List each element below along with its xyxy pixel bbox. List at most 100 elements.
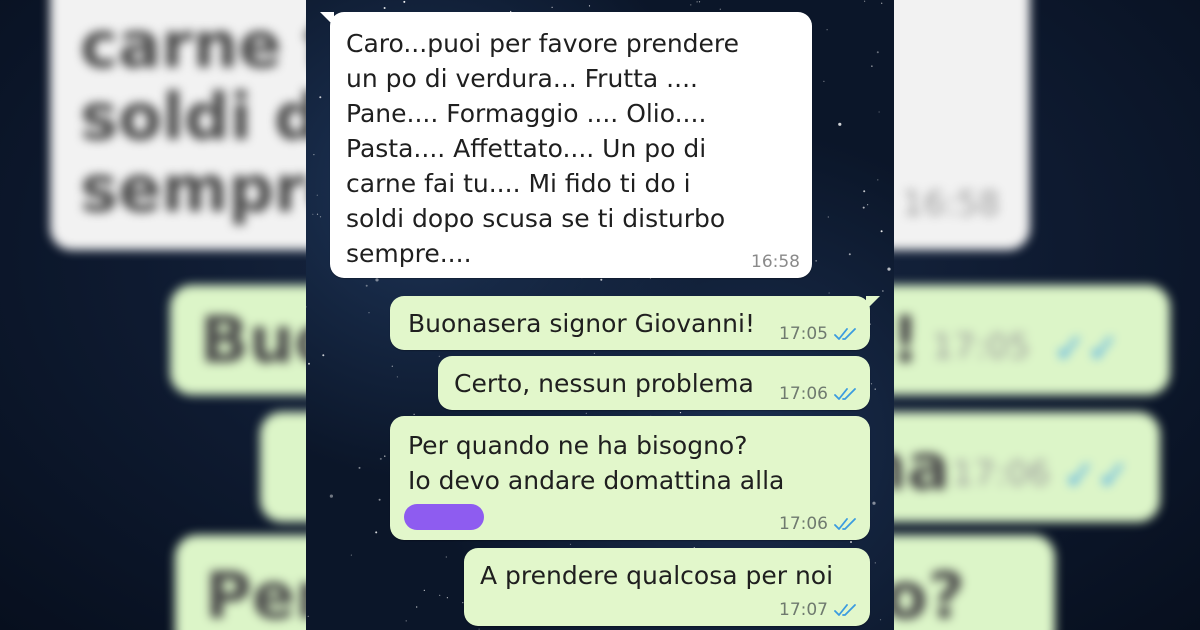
star — [403, 0, 406, 3]
star — [679, 412, 682, 414]
star — [850, 541, 852, 543]
star — [383, 7, 386, 9]
star — [719, 8, 721, 10]
star — [870, 383, 873, 385]
star — [416, 606, 418, 608]
star — [396, 376, 398, 378]
star — [815, 260, 817, 262]
message-meta: 17:07 — [779, 600, 858, 620]
star — [319, 96, 322, 99]
blurred-time: 16:58 — [902, 184, 1000, 224]
message-text: A prendere qualcosa per noi — [480, 561, 834, 590]
blurred-check-icon: ✓✓ — [1062, 453, 1130, 499]
star — [585, 412, 587, 414]
double-check-read-icon — [834, 388, 856, 400]
star — [877, 179, 879, 181]
star — [358, 466, 361, 469]
star — [593, 352, 595, 354]
star — [308, 362, 310, 365]
star — [350, 554, 352, 556]
outgoing-message-bubble[interactable]: Per quando ne ha bisogno? Io devo andare… — [390, 416, 870, 540]
star — [306, 306, 307, 308]
star — [882, 290, 884, 292]
star — [375, 531, 378, 534]
bubble-tail — [866, 296, 880, 310]
redaction-mark — [404, 504, 484, 530]
outgoing-message-bubble[interactable]: A prendere qualcosa per noi 17:07 — [464, 548, 870, 626]
message-time: 17:06 — [779, 514, 828, 534]
star — [307, 615, 309, 618]
star — [313, 154, 315, 156]
star — [445, 556, 447, 558]
star — [874, 562, 876, 564]
message-meta: 17:06 — [779, 384, 858, 404]
message-time: 17:05 — [779, 324, 828, 344]
star — [880, 230, 883, 233]
star — [413, 413, 415, 415]
star — [329, 494, 333, 498]
incoming-message-bubble[interactable]: Caro...puoi per favore prendere un po di… — [320, 12, 812, 278]
star — [881, 2, 883, 4]
double-check-read-icon — [834, 604, 856, 616]
chat-panel: Caro...puoi per favore prendere un po di… — [306, 0, 894, 630]
message-text: Caro...puoi per favore prendere un po di… — [346, 29, 740, 268]
star — [826, 29, 828, 31]
star — [878, 111, 880, 113]
star — [378, 498, 381, 501]
message-text: Per quando ne ha bisogno? Io devo andare… — [408, 431, 785, 495]
star — [423, 589, 425, 592]
star — [698, 1, 701, 3]
message-time: 16:58 — [751, 252, 800, 272]
star — [405, 620, 407, 622]
star — [827, 216, 829, 218]
blurred-time: 17:06 — [952, 454, 1050, 494]
star — [690, 4, 692, 6]
star — [316, 194, 318, 196]
star — [569, 543, 572, 545]
star — [438, 355, 440, 357]
star — [439, 594, 441, 596]
blurred-time: 17:05 — [932, 327, 1030, 367]
star — [319, 216, 322, 218]
star — [375, 278, 379, 282]
message-meta: 17:06 — [779, 514, 858, 534]
star — [872, 501, 876, 505]
star — [322, 354, 325, 357]
blurred-check-icon: ✓✓ — [1052, 326, 1120, 372]
outgoing-message-bubble[interactable]: Certo, nessun problema 17:06 — [438, 356, 870, 410]
star — [887, 267, 891, 271]
screenshot-canvas: carne fa soldi do sempre 16:58 Buo ni! 1… — [0, 0, 1200, 630]
double-check-read-icon — [834, 518, 856, 530]
star — [312, 213, 314, 215]
star — [696, 1, 698, 3]
star — [384, 455, 386, 457]
bubble-tail — [320, 12, 334, 26]
message-meta: 17:05 — [779, 324, 858, 344]
message-meta: 16:58 — [751, 252, 800, 272]
star — [365, 284, 368, 287]
blurred-fragment: o? — [883, 560, 965, 630]
star — [391, 365, 393, 367]
outgoing-message-bubble[interactable]: Buonasera signor Giovanni! 17:05 — [390, 296, 880, 350]
star — [848, 253, 851, 256]
star — [588, 5, 591, 7]
message-time: 17:07 — [779, 600, 828, 620]
star — [368, 312, 370, 314]
star — [876, 51, 879, 54]
star — [379, 457, 382, 460]
star — [871, 65, 873, 67]
star — [446, 597, 448, 599]
star — [874, 388, 876, 390]
star — [862, 206, 865, 209]
star — [879, 619, 882, 621]
star — [316, 213, 319, 215]
star — [600, 278, 603, 281]
star — [828, 292, 830, 294]
star — [867, 204, 869, 206]
message-time: 17:06 — [779, 384, 828, 404]
double-check-read-icon — [834, 328, 856, 340]
star — [863, 190, 866, 193]
star — [551, 6, 553, 8]
star — [864, 0, 866, 2]
star — [838, 122, 842, 126]
